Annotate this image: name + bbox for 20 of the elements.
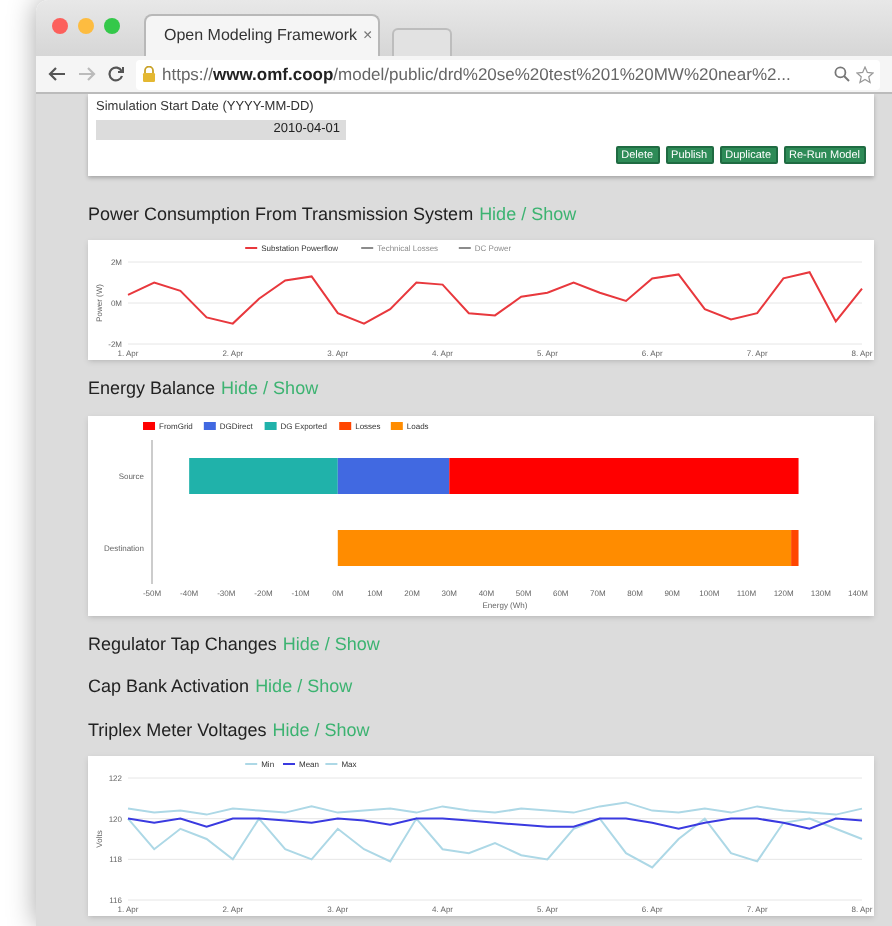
- browser-tab[interactable]: Open Modeling Framework ×: [144, 14, 380, 56]
- tab-close-button[interactable]: ×: [362, 24, 373, 48]
- section-title: Triplex Meter Voltages: [88, 717, 267, 744]
- reload-icon[interactable]: [108, 66, 124, 82]
- section-title: Regulator Tap Changes: [88, 631, 277, 658]
- new-tab-button[interactable]: [392, 28, 452, 56]
- tab-title: Open Modeling Framework: [164, 24, 357, 48]
- star-icon[interactable]: [856, 65, 874, 83]
- minimize-window-icon[interactable]: [78, 18, 94, 34]
- url-text: https://www.omf.coop/model/public/drd%20se%20test%201%20MW%20near%2...: [162, 61, 791, 87]
- lock-icon: [142, 66, 156, 82]
- section-title: Cap Bank Activation: [88, 674, 250, 701]
- address-bar[interactable]: https://www.omf.coop/model/public/drd%20se%20test%201%20MW%20near%2...: [136, 59, 880, 89]
- section-title: Energy Balance: [88, 376, 216, 403]
- back-icon[interactable]: [48, 66, 66, 82]
- maximize-window-icon[interactable]: [104, 18, 120, 34]
- section-title: Power Consumption From Transmission System: [88, 201, 474, 228]
- close-window-icon[interactable]: [52, 18, 68, 34]
- search-icon[interactable]: [834, 66, 850, 82]
- forward-icon[interactable]: [78, 66, 96, 82]
